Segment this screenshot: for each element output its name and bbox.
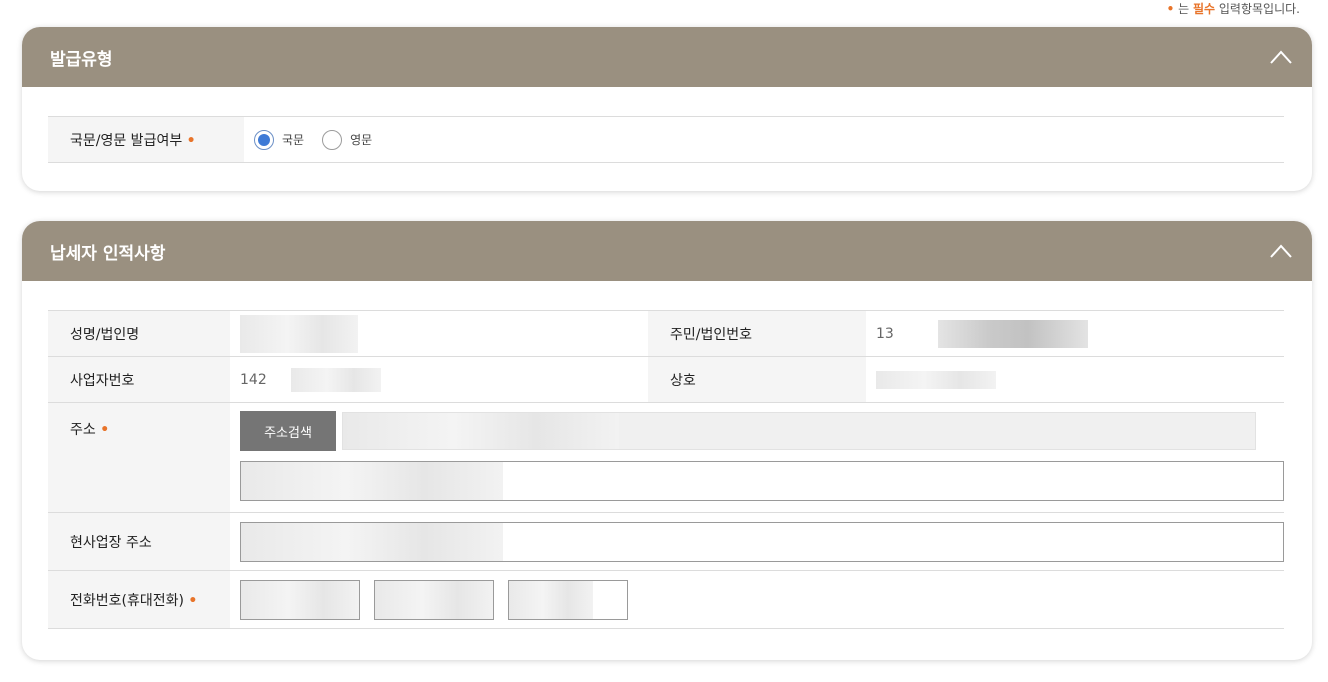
name-label: 성명/법인명 bbox=[70, 326, 140, 343]
name-label-cell: 성명/법인명 bbox=[48, 310, 230, 357]
redacted-address bbox=[343, 413, 619, 449]
redacted-id bbox=[938, 319, 1089, 348]
redacted-biz-no bbox=[291, 367, 382, 392]
phone-input-1[interactable] bbox=[240, 579, 360, 620]
company-label-cell: 상호 bbox=[648, 356, 866, 403]
company-label: 상호 bbox=[670, 372, 696, 389]
biz-no-row: 사업자번호 142 상호 bbox=[48, 356, 1284, 403]
biz-no-label-cell: 사업자번호 bbox=[48, 356, 230, 403]
issue-type-panel-header[interactable]: 발급유형 bbox=[22, 27, 1312, 87]
required-dot-icon: • bbox=[186, 132, 196, 149]
taxpayer-panel-header[interactable]: 납세자 인적사항 bbox=[22, 221, 1312, 281]
required-notice: • 는 필수 입력항목입니다. bbox=[1167, 0, 1300, 17]
id-value-prefix: 13 bbox=[876, 325, 894, 342]
work-address-row: 현사업장 주소 bbox=[48, 512, 1284, 571]
address-row: 주소 • 주소검색 bbox=[48, 402, 1284, 513]
company-value bbox=[866, 356, 1284, 403]
address-value: 주소검색 bbox=[230, 402, 1284, 513]
address-readonly-field bbox=[342, 412, 1256, 450]
address-detail-input[interactable] bbox=[240, 461, 1284, 501]
redacted-phone-2 bbox=[375, 580, 493, 619]
phone-input-2[interactable] bbox=[374, 579, 494, 620]
radio-korean[interactable] bbox=[254, 129, 274, 150]
language-label-cell: 국문/영문 발급여부 • bbox=[48, 116, 244, 163]
taxpayer-title: 납세자 인적사항 bbox=[50, 243, 166, 264]
phone-value bbox=[230, 570, 1284, 629]
redacted-phone-1 bbox=[241, 580, 359, 619]
required-notice-highlight: 필수 bbox=[1192, 2, 1216, 16]
required-dot-icon: • bbox=[100, 422, 110, 438]
work-address-label: 현사업장 주소 bbox=[70, 534, 152, 551]
chevron-up-icon[interactable] bbox=[1270, 46, 1292, 68]
phone-label: 전화번호(휴대전화) bbox=[70, 592, 184, 609]
required-dot-icon: • bbox=[1166, 2, 1175, 16]
taxpayer-panel: 납세자 인적사항 성명/법인명 주민/법인번호 13 사업자번호 142 상호 … bbox=[22, 221, 1312, 660]
taxpayer-form: 성명/법인명 주민/법인번호 13 사업자번호 142 상호 주소 • 주소검색… bbox=[48, 310, 1284, 629]
biz-no-label: 사업자번호 bbox=[70, 372, 135, 389]
chevron-up-icon[interactable] bbox=[1270, 240, 1292, 262]
name-row: 성명/법인명 주민/법인번호 13 bbox=[48, 310, 1284, 357]
address-label-cell: 주소 • bbox=[48, 402, 230, 513]
work-address-label-cell: 현사업장 주소 bbox=[48, 512, 230, 571]
work-address-input[interactable] bbox=[240, 521, 1284, 562]
phone-input-3[interactable] bbox=[508, 579, 628, 620]
redacted-name bbox=[240, 314, 358, 353]
radio-korean-label[interactable]: 국문 bbox=[282, 131, 304, 148]
required-notice-suffix: 입력항목입니다. bbox=[1218, 2, 1300, 16]
redacted-company bbox=[876, 370, 996, 389]
address-search-button[interactable]: 주소검색 bbox=[240, 411, 336, 451]
work-address-value bbox=[230, 512, 1284, 571]
radio-english[interactable] bbox=[322, 129, 343, 150]
phone-label-cell: 전화번호(휴대전화) • bbox=[48, 570, 230, 629]
redacted-phone-3 bbox=[509, 580, 593, 619]
id-value: 13 bbox=[866, 310, 1284, 357]
redacted-address-detail bbox=[241, 462, 503, 500]
issue-type-title: 발급유형 bbox=[50, 49, 113, 70]
biz-no-value: 142 bbox=[230, 356, 648, 403]
language-row: 국문/영문 발급여부 • 국문 영문 bbox=[48, 116, 1284, 163]
issue-type-form: 국문/영문 발급여부 • 국문 영문 bbox=[48, 116, 1284, 163]
language-options-cell: 국문 영문 bbox=[244, 116, 1284, 163]
radio-english-label[interactable]: 영문 bbox=[350, 131, 372, 148]
required-notice-prefix: 는 bbox=[1178, 2, 1190, 16]
id-label-cell: 주민/법인번호 bbox=[648, 310, 866, 357]
phone-row: 전화번호(휴대전화) • bbox=[48, 570, 1284, 629]
name-value bbox=[230, 310, 648, 357]
redacted-work-address bbox=[241, 522, 503, 561]
issue-type-panel: 발급유형 국문/영문 발급여부 • 국문 영문 bbox=[22, 27, 1312, 191]
id-label: 주민/법인번호 bbox=[670, 326, 752, 343]
biz-no-value-prefix: 142 bbox=[240, 371, 267, 388]
address-label: 주소 bbox=[70, 422, 96, 438]
language-label: 국문/영문 발급여부 bbox=[70, 132, 183, 149]
required-dot-icon: • bbox=[188, 592, 198, 609]
